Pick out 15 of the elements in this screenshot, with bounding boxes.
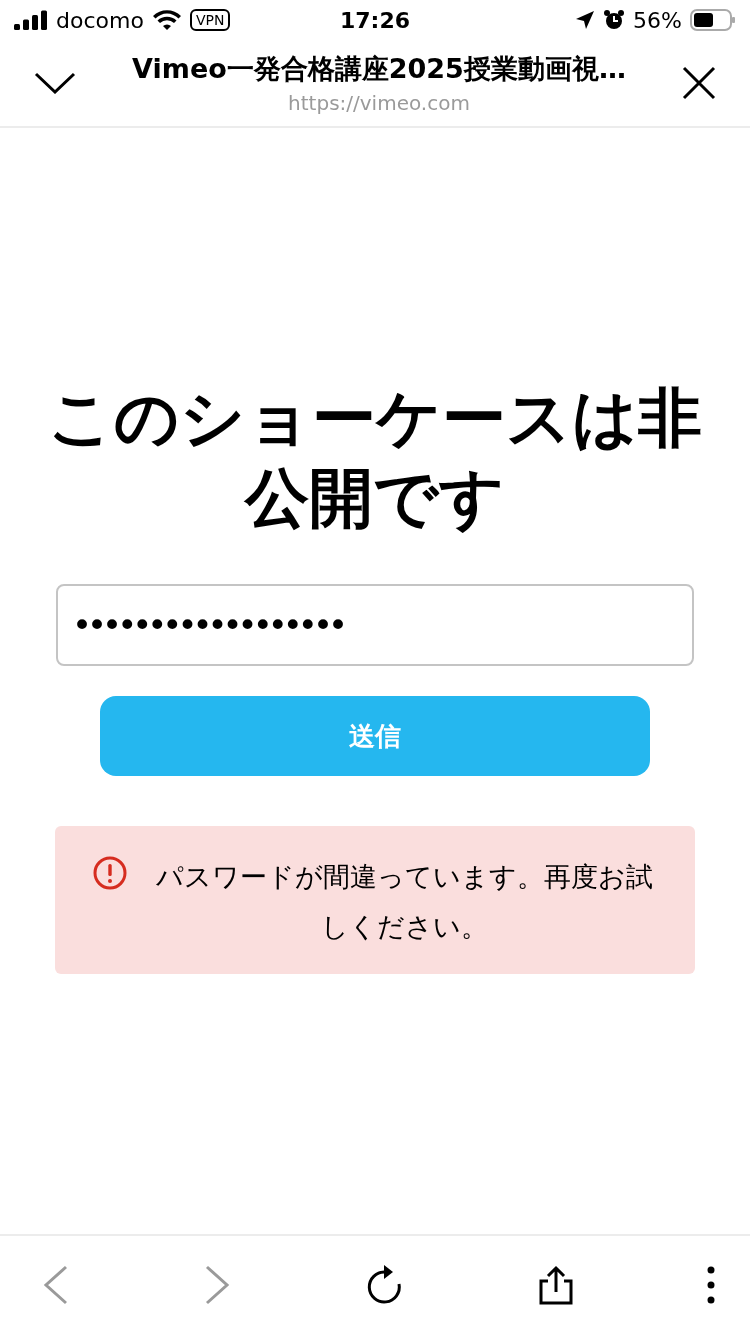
battery-percent: 56% <box>633 7 682 33</box>
battery-icon <box>690 9 736 31</box>
signal-icon <box>14 10 48 30</box>
vpn-badge: VPN <box>189 9 231 31</box>
alarm-icon <box>603 9 626 31</box>
wifi-icon <box>151 9 182 31</box>
page-title: Vimeo一発合格講座2025授業動画視… <box>132 52 626 86</box>
alert-icon <box>93 856 127 890</box>
password-field[interactable]: •••••••••••••••••• <box>56 584 694 666</box>
carrier-name: docomo <box>56 7 144 33</box>
heading: このショーケースは非公開です <box>47 380 703 537</box>
location-arrow-icon <box>575 10 596 30</box>
page-url: https://vimeo.com <box>288 91 470 115</box>
error-message: パスワードが間違っています。再度お試しください。 <box>154 860 654 944</box>
status-time: 17:26 <box>340 7 410 33</box>
